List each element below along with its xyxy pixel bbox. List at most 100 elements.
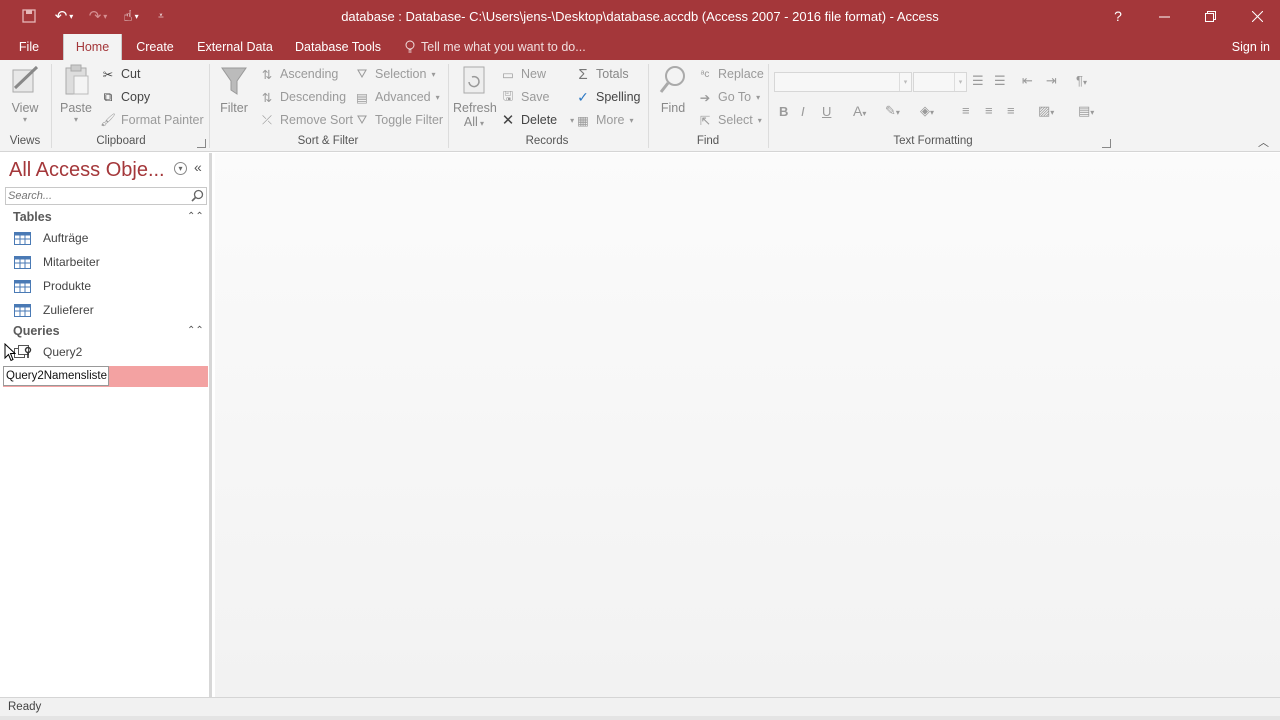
- find-button[interactable]: Find: [654, 64, 692, 115]
- group-label-clipboard: Clipboard: [96, 135, 146, 147]
- delete-x-icon: ✕: [501, 112, 515, 129]
- delete-button[interactable]: ✕ Delete ▾: [500, 112, 574, 129]
- nav-menu-chevron-icon[interactable]: ▾: [174, 162, 187, 175]
- align-left-icon[interactable]: ≡: [962, 103, 970, 118]
- arrow-right-icon: ➔: [699, 90, 711, 105]
- rename-query-input[interactable]: [3, 366, 109, 386]
- numbering-icon[interactable]: ☰: [994, 73, 1006, 89]
- collapse-tables-icon[interactable]: ⌃⌃: [187, 211, 204, 222]
- refresh-all-button[interactable]: Refresh All ▾: [453, 64, 497, 129]
- collapse-ribbon-icon[interactable]: ︿: [1258, 134, 1269, 150]
- bold-icon[interactable]: B: [779, 104, 788, 119]
- descending-button[interactable]: ⇅ Descending: [259, 89, 346, 105]
- underline-icon[interactable]: U: [822, 104, 831, 119]
- format-painter-button[interactable]: 🖌 Format Painter: [100, 112, 204, 128]
- nav-item-produkte[interactable]: Produkte: [14, 275, 208, 297]
- search-input[interactable]: [8, 188, 188, 204]
- alternate-row-color-icon[interactable]: ▤▾: [1078, 103, 1094, 119]
- clipboard-launcher-icon[interactable]: [197, 139, 206, 148]
- query-icon: [14, 345, 32, 358]
- mouse-pointer-icon: [4, 343, 16, 362]
- toggle-filter-button[interactable]: ⛛ Toggle Filter: [354, 112, 443, 128]
- cursor-icon: ⇱: [699, 113, 711, 128]
- text-formatting-launcher-icon[interactable]: [1102, 139, 1111, 148]
- nav-item-mitarbeiter[interactable]: Mitarbeiter: [14, 251, 208, 273]
- highlight-icon[interactable]: ✎▾: [885, 103, 900, 119]
- close-button[interactable]: [1234, 0, 1280, 32]
- totals-button[interactable]: Σ Totals: [575, 65, 628, 83]
- nav-item-query2[interactable]: Query2: [14, 341, 208, 363]
- new-record-button[interactable]: ▭ New: [500, 66, 546, 82]
- nav-pane-title[interactable]: All Access Obje...: [9, 159, 165, 182]
- sigma-icon: Σ: [578, 65, 588, 83]
- collapse-pane-icon[interactable]: «: [194, 159, 202, 175]
- paste-icon: [65, 64, 89, 95]
- font-name-combo[interactable]: ▾: [774, 72, 912, 92]
- bullets-icon[interactable]: ☰: [972, 73, 984, 89]
- spelling-button[interactable]: ✓ Spelling: [575, 89, 640, 105]
- go-to-button[interactable]: ➔ Go To ▾: [697, 89, 760, 105]
- more-button[interactable]: ▦ More ▾: [575, 112, 633, 128]
- status-text: Ready: [8, 701, 42, 713]
- help-button[interactable]: ?: [1095, 0, 1141, 32]
- italic-icon[interactable]: I: [801, 104, 805, 119]
- tab-home[interactable]: Home: [63, 34, 122, 60]
- nav-search-box: [5, 187, 207, 205]
- collapse-queries-icon[interactable]: ⌃⌃: [187, 325, 204, 336]
- filter-button[interactable]: Filter: [215, 64, 253, 115]
- access-window: ↶ ▾ ↷ ▾ ☝ ▾ ⩡ database : Database- C:\Users…: [0, 0, 1280, 720]
- toggle-filter-icon: ⛛: [356, 112, 368, 127]
- copy-button[interactable]: ⧉ Copy: [100, 89, 151, 105]
- nav-item-label: Query2: [43, 345, 83, 359]
- table-icon: [14, 279, 31, 293]
- view-button[interactable]: View ▾: [6, 64, 44, 124]
- paste-button[interactable]: Paste ▾: [56, 64, 96, 124]
- nav-item-zulieferer[interactable]: Zulieferer: [14, 299, 208, 321]
- sign-in-link[interactable]: Sign in: [1232, 34, 1270, 60]
- spelling-check-icon: ✓: [577, 88, 589, 105]
- lightbulb-icon: [405, 40, 415, 53]
- font-size-combo[interactable]: ▾: [913, 72, 967, 92]
- queries-header[interactable]: Queries: [13, 324, 60, 338]
- tell-me-box[interactable]: Tell me what you want to do...: [405, 34, 586, 60]
- tab-file[interactable]: File: [8, 34, 50, 60]
- selection-button[interactable]: ⛛ Selection ▾: [354, 66, 436, 82]
- align-center-icon[interactable]: ≡: [985, 103, 993, 118]
- tab-database-tools[interactable]: Database Tools: [290, 34, 386, 60]
- fill-color-icon[interactable]: ◈▾: [920, 103, 934, 119]
- rename-query-row: [3, 366, 208, 387]
- ascending-button[interactable]: ⇅ Ascending: [259, 66, 339, 82]
- save-record-button[interactable]: 🖫 Save: [500, 89, 550, 105]
- advanced-filter-icon: ▤: [356, 90, 368, 105]
- tab-create[interactable]: Create: [128, 34, 182, 60]
- group-label-text-formatting: Text Formatting: [893, 135, 973, 147]
- paragraph-direction-icon[interactable]: ¶▾: [1076, 73, 1087, 88]
- cut-button[interactable]: ✂ Cut: [100, 66, 141, 82]
- tab-external-data[interactable]: External Data: [193, 34, 277, 60]
- minimize-button[interactable]: [1141, 0, 1187, 32]
- increase-indent-icon[interactable]: ⇥: [1046, 73, 1057, 89]
- copy-icon: ⧉: [103, 89, 113, 104]
- ribbon: View ▾ Views Paste ▾ ✂ Cut ⧉ Copy 🖌 Format …: [0, 60, 1280, 152]
- search-icon[interactable]: [191, 189, 204, 205]
- select-button[interactable]: ⇱ Select ▾: [697, 112, 762, 128]
- remove-sort-button[interactable]: ⤫ Remove Sort: [259, 112, 353, 128]
- group-label-sort-filter: Sort & Filter: [297, 135, 359, 147]
- sort-descending-icon: ⇅: [261, 90, 273, 105]
- save-record-icon: 🖫: [502, 88, 514, 103]
- nav-item-label: Mitarbeiter: [43, 255, 100, 269]
- title-bar: ↶ ▾ ↷ ▾ ☝ ▾ ⩡ database : Database- C:\Users…: [0, 0, 1280, 34]
- nav-item-label: Zulieferer: [43, 303, 94, 317]
- tables-header[interactable]: Tables: [13, 210, 52, 224]
- restore-button[interactable]: [1187, 0, 1233, 32]
- replace-button[interactable]: ᵃc Replace: [697, 66, 764, 82]
- decrease-indent-icon[interactable]: ⇤: [1022, 73, 1033, 89]
- font-color-icon[interactable]: A▾: [853, 103, 866, 119]
- align-right-icon[interactable]: ≡: [1007, 103, 1015, 118]
- gridlines-icon[interactable]: ▨▾: [1038, 103, 1054, 119]
- nav-item-auftraege[interactable]: Aufträge: [14, 227, 208, 249]
- magnifier-icon: [659, 66, 685, 93]
- group-label-views: Views: [9, 135, 41, 147]
- table-icon: [14, 255, 31, 269]
- advanced-button[interactable]: ▤ Advanced ▾: [354, 89, 440, 105]
